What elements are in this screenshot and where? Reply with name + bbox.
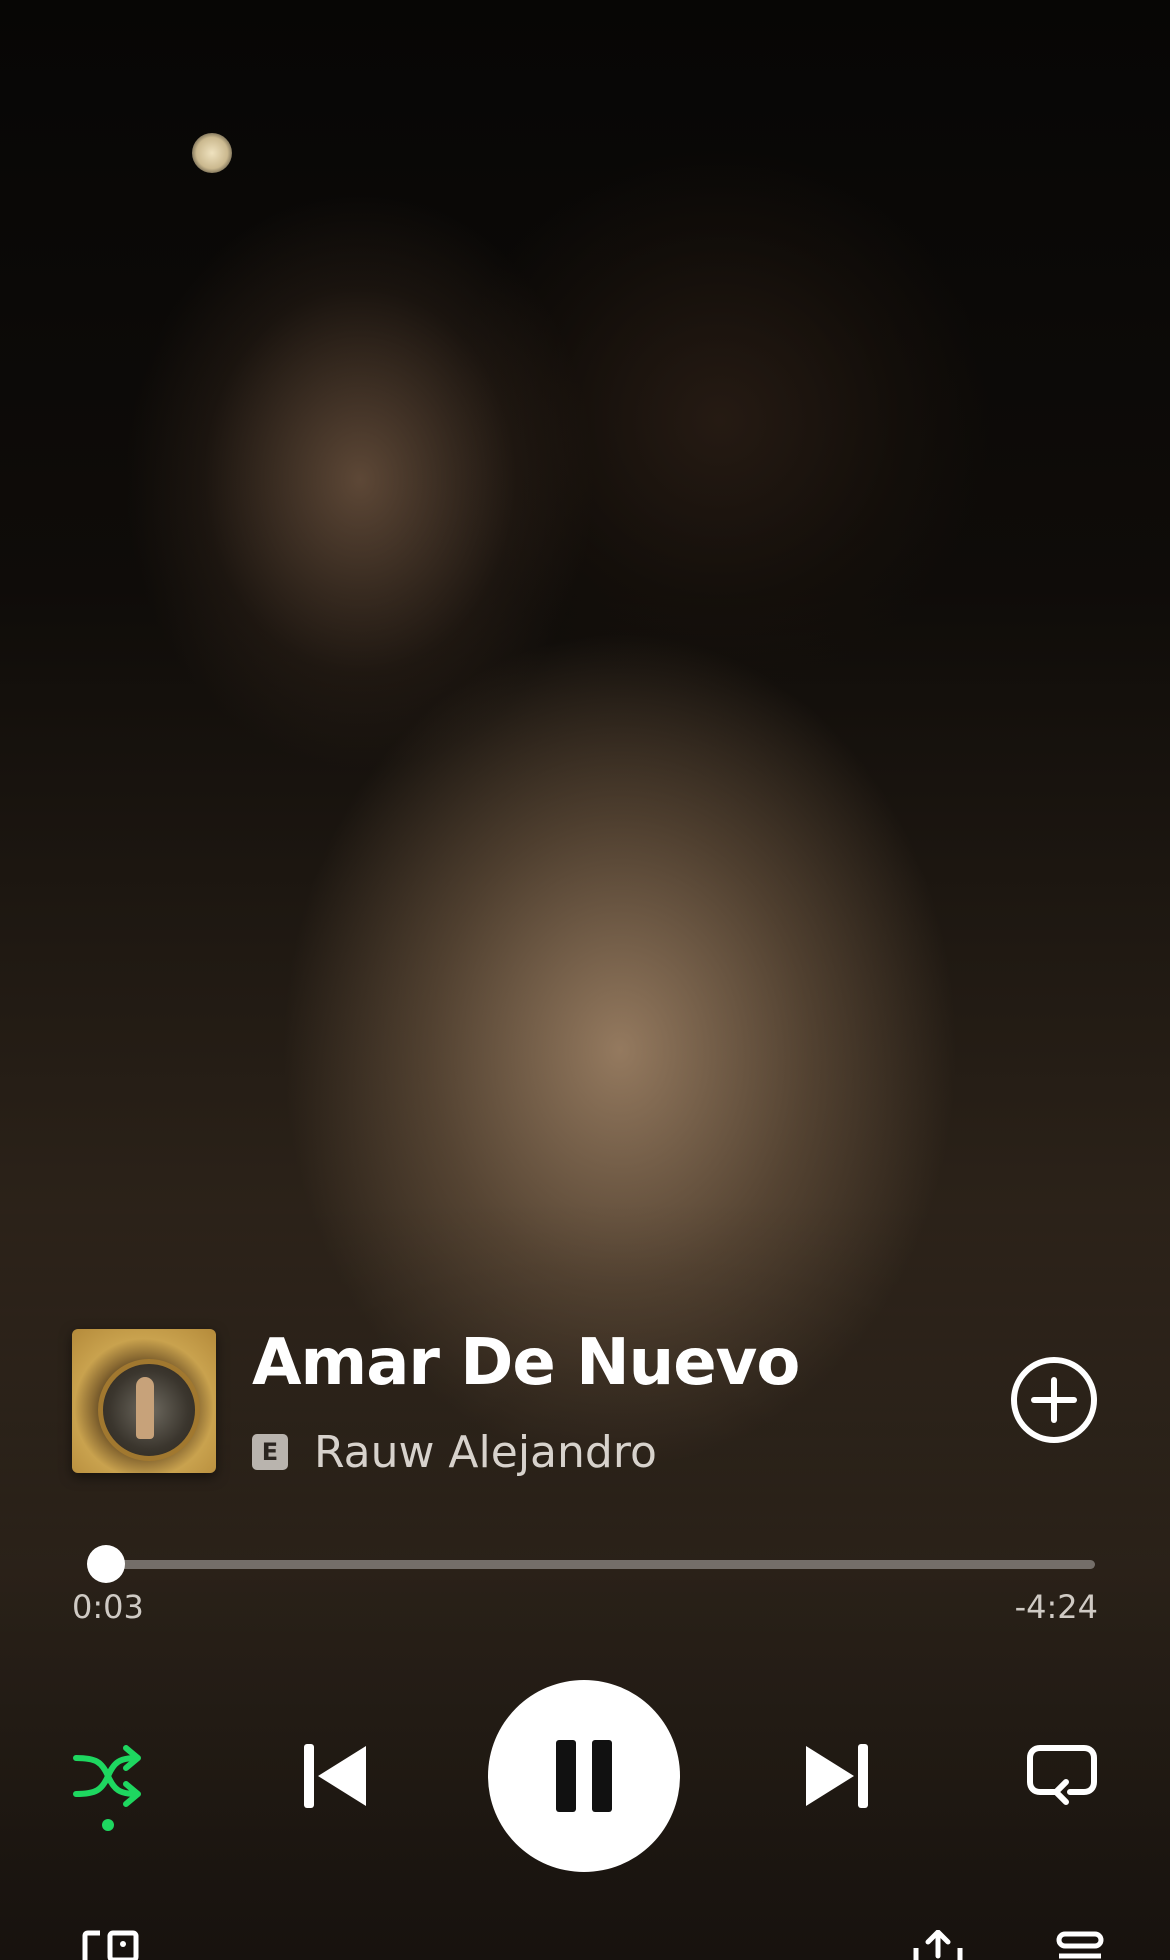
repeat-button[interactable] — [1026, 1744, 1098, 1808]
skip-previous-icon — [304, 1744, 366, 1808]
shuffle-button[interactable] — [72, 1744, 144, 1808]
queue-button[interactable] — [1056, 1930, 1104, 1960]
next-button[interactable] — [800, 1740, 872, 1812]
artist-name[interactable]: Rauw Alejandro — [314, 1427, 657, 1478]
now-playing-screen: Amar De Nuevo E Rauw Alejandro 0:03 -4:2… — [0, 0, 1170, 1960]
pause-icon-bar — [592, 1740, 612, 1812]
previous-button[interactable] — [300, 1740, 372, 1812]
skip-next-icon — [806, 1744, 868, 1808]
shuffle-active-indicator — [102, 1819, 114, 1831]
queue-icon — [1056, 1931, 1104, 1959]
progress-bar[interactable] — [86, 1545, 1095, 1583]
share-button[interactable] — [910, 1929, 966, 1960]
pause-icon — [556, 1740, 576, 1812]
plus-circle-icon — [1011, 1357, 1097, 1443]
repeat-icon — [1027, 1745, 1097, 1805]
artist-row: E Rauw Alejandro — [252, 1427, 657, 1478]
add-to-library-button[interactable] — [1010, 1356, 1098, 1444]
album-art-figure — [136, 1377, 154, 1439]
pause-button[interactable] — [488, 1680, 680, 1872]
shuffle-icon — [73, 1745, 141, 1807]
track-title[interactable]: Amar De Nuevo — [252, 1326, 800, 1400]
elapsed-time: 0:03 — [72, 1588, 144, 1626]
video-background-light — [192, 133, 232, 173]
explicit-badge: E — [252, 1434, 288, 1470]
connect-device-button[interactable] — [82, 1930, 142, 1960]
share-icon — [913, 1929, 963, 1960]
connect-device-icon — [82, 1930, 139, 1960]
progress-handle[interactable] — [86, 1545, 125, 1583]
remaining-time: -4:24 — [1014, 1588, 1098, 1626]
album-art[interactable] — [72, 1329, 216, 1473]
